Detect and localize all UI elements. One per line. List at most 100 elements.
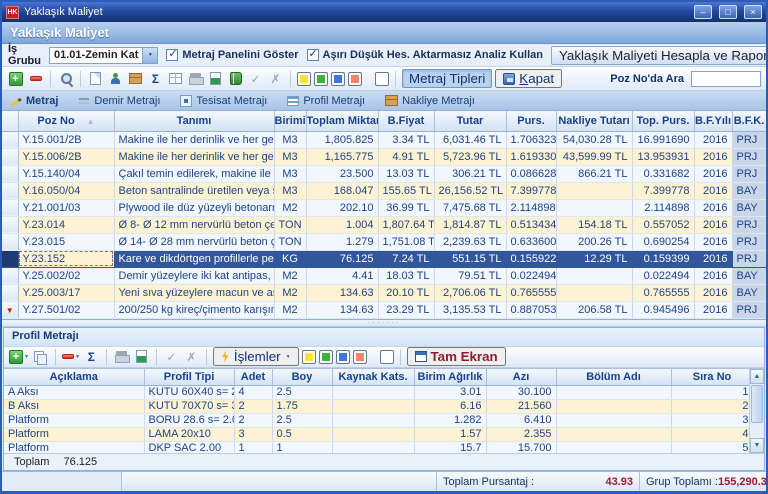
cell-agirlik[interactable]: 30.100 — [486, 386, 556, 400]
cell-nakliye-tutari[interactable]: 154.18 TL — [556, 216, 632, 233]
nakliye-button[interactable] — [127, 70, 144, 87]
scroll-down-icon[interactable]: ▼ — [750, 438, 764, 453]
cell-toplam-miktar[interactable]: 168.047 — [306, 182, 378, 199]
cell-bolum-adi[interactable] — [556, 400, 671, 414]
cell-birimi[interactable]: M2 — [274, 284, 306, 301]
cell-bfiyat[interactable]: 7.24 TL — [378, 250, 434, 267]
cell-bfiyat[interactable]: 13.03 TL — [378, 165, 434, 182]
cell-birimi[interactable]: KG — [274, 250, 306, 267]
cell-birim-agirlik[interactable]: 15.7 — [414, 442, 486, 454]
cell-sira-no[interactable]: 3 — [671, 414, 753, 428]
cell-bfk[interactable]: PRJ — [732, 216, 766, 233]
cell-bfiyat[interactable]: 1,807.64 TL — [378, 216, 434, 233]
cell-bfiyat[interactable]: 23.29 TL — [378, 301, 434, 318]
profil-table-row[interactable]: A Aksı KUTU 60X40 s= 2 mm 4 2.5 3.01 30.… — [4, 386, 753, 400]
color-filter-yellow[interactable] — [302, 350, 316, 364]
cell-profil-tipi[interactable]: BORU 28.6 s= 2.0 — [144, 414, 234, 428]
cell-tutar[interactable]: 551.15 TL — [434, 250, 506, 267]
cell-birimi[interactable]: M3 — [274, 131, 306, 148]
cell-poz-no[interactable]: Y.25.002/02 — [18, 267, 114, 284]
cell-sira-no[interactable]: 5 — [671, 442, 753, 454]
cell-kaynak-kats[interactable] — [332, 414, 414, 428]
cell-nakliye-tutari[interactable] — [556, 199, 632, 216]
cell-bfk[interactable]: BAY — [732, 199, 766, 216]
cell-tanimi[interactable]: Çakıl temin edilerek, makine ile serme, … — [114, 165, 274, 182]
cell-poz-no[interactable]: Y.21.001/03 — [18, 199, 114, 216]
cell-kaynak-kats[interactable] — [332, 428, 414, 442]
cell-poz-no[interactable]: Y.27.501/02 — [18, 301, 114, 318]
cell-profil-tipi[interactable]: KUTU 60X40 s= 2 mm — [144, 386, 234, 400]
panel-splitter[interactable]: ······· — [2, 320, 766, 327]
poz-table-row[interactable]: ▼ Y.23.152 Kare ve dikdörtgen profillerl… — [2, 250, 766, 267]
cell-birimi[interactable]: M2 — [274, 199, 306, 216]
cell-toplam-miktar[interactable]: 1,165.775 — [306, 148, 378, 165]
poz-table-row[interactable]: ▼ Y.23.015 Ø 14- Ø 28 mm nervürlü beton … — [2, 233, 766, 250]
checkbox-metraj-panel[interactable]: Metraj Panelini Göster — [166, 49, 298, 61]
panel-confirm-button[interactable]: ✓ — [163, 348, 180, 365]
close-button[interactable]: × — [744, 5, 762, 19]
cell-poz-no[interactable]: Y.16.050/04 — [18, 182, 114, 199]
cell-bolum-adi[interactable] — [556, 386, 671, 400]
cell-bfyili[interactable]: 2016 — [694, 284, 732, 301]
cell-bfk[interactable]: PRJ — [732, 131, 766, 148]
color-filter-green[interactable] — [319, 350, 333, 364]
profil-table-row[interactable]: Platform DKP SAC 2.00 1 1 15.7 15.700 5 — [4, 442, 753, 454]
col-header-aciklama[interactable]: Açıklama — [4, 369, 144, 386]
cell-kaynak-kats[interactable] — [332, 400, 414, 414]
cell-birim-agirlik[interactable]: 1.282 — [414, 414, 486, 428]
cell-bfk[interactable]: PRJ — [732, 148, 766, 165]
panel-delete-button[interactable]: ▼ — [62, 348, 80, 365]
cell-tanimi[interactable]: Ø 14- Ø 28 mm nervürlü beton çelik çubuğ — [114, 233, 274, 250]
cell-birimi[interactable]: M3 — [274, 148, 306, 165]
cell-toplam-miktar[interactable]: 134.63 — [306, 301, 378, 318]
cell-tutar[interactable]: 2,706.06 TL — [434, 284, 506, 301]
cell-birimi[interactable]: M3 — [274, 182, 306, 199]
cell-purs[interactable]: 0.765555 — [506, 284, 556, 301]
poz-table-row[interactable]: ▼ Y.16.050/04 Beton santralinde üretilen… — [2, 182, 766, 199]
cell-bfyili[interactable]: 2016 — [694, 148, 732, 165]
col-header-poz-no[interactable]: Poz No▲ — [18, 111, 114, 131]
cell-top-purs[interactable]: 0.690254 — [632, 233, 694, 250]
cell-kaynak-kats[interactable] — [332, 442, 414, 454]
cell-nakliye-tutari[interactable] — [556, 267, 632, 284]
col-header-bfyili[interactable]: B.F.Yılı — [694, 111, 732, 131]
color-filter-orange[interactable] — [348, 72, 362, 86]
tab-tesisat-metraji[interactable]: Tesisat Metrajı — [180, 95, 267, 107]
cell-purs[interactable]: 0.155922 — [506, 250, 556, 267]
cell-poz-no[interactable]: Y.15.006/2B — [18, 148, 114, 165]
col-header-bolum-adi[interactable]: Bölüm Adı — [556, 369, 671, 386]
cell-aciklama[interactable]: B Aksı — [4, 400, 144, 414]
cell-poz-no[interactable]: Y.15.001/2B — [18, 131, 114, 148]
cell-poz-no[interactable]: Y.23.015 — [18, 233, 114, 250]
cell-bfyili[interactable]: 2016 — [694, 216, 732, 233]
cell-bfyili[interactable]: 2016 — [694, 182, 732, 199]
cell-toplam-miktar[interactable]: 202.10 — [306, 199, 378, 216]
color-filter-blue[interactable] — [336, 350, 350, 364]
poz-table-row[interactable]: ▼ Y.15.001/2B Makine ile her derinlik ve… — [2, 131, 766, 148]
add-row-button[interactable]: + — [7, 70, 24, 87]
cell-bfyili[interactable]: 2016 — [694, 267, 732, 284]
poz-table-row[interactable]: ▼ Y.15.140/04 Çakıl temin edilerek, maki… — [2, 165, 766, 182]
cell-bfyili[interactable]: 2016 — [694, 250, 732, 267]
excel-export-button[interactable] — [207, 70, 224, 87]
color-filter-yellow[interactable] — [297, 72, 311, 86]
cell-sira-no[interactable]: 1 — [671, 386, 753, 400]
grid-view-button[interactable] — [167, 70, 184, 87]
cell-top-purs[interactable]: 0.022494 — [632, 267, 694, 284]
col-header-tanimi[interactable]: Tanımı — [114, 111, 274, 131]
cell-tutar[interactable]: 6,031.46 TL — [434, 131, 506, 148]
cell-tanimi[interactable]: Yeni sıva yüzeylere macun ve astar uygul… — [114, 284, 274, 301]
cell-purs[interactable]: 7.399778 — [506, 182, 556, 199]
cell-birim-agirlik[interactable]: 1.57 — [414, 428, 486, 442]
cell-tutar[interactable]: 1,814.87 TL — [434, 216, 506, 233]
color-filter-orange[interactable] — [353, 350, 367, 364]
poz-table-row[interactable]: ▼ Y.23.014 Ø 8- Ø 12 mm nervürlü beton ç… — [2, 216, 766, 233]
vertical-scrollbar[interactable]: ▲ ▼ — [749, 369, 764, 454]
tam-ekran-button[interactable]: Tam Ekran — [407, 347, 506, 366]
cell-bfiyat[interactable]: 155.65 TL — [378, 182, 434, 199]
cell-aciklama[interactable]: A Aksı — [4, 386, 144, 400]
cell-bfk[interactable]: PRJ — [732, 250, 766, 267]
cell-tutar[interactable]: 26,156.52 TL — [434, 182, 506, 199]
cell-toplam-miktar[interactable]: 1,805.825 — [306, 131, 378, 148]
search-button[interactable] — [57, 70, 74, 87]
